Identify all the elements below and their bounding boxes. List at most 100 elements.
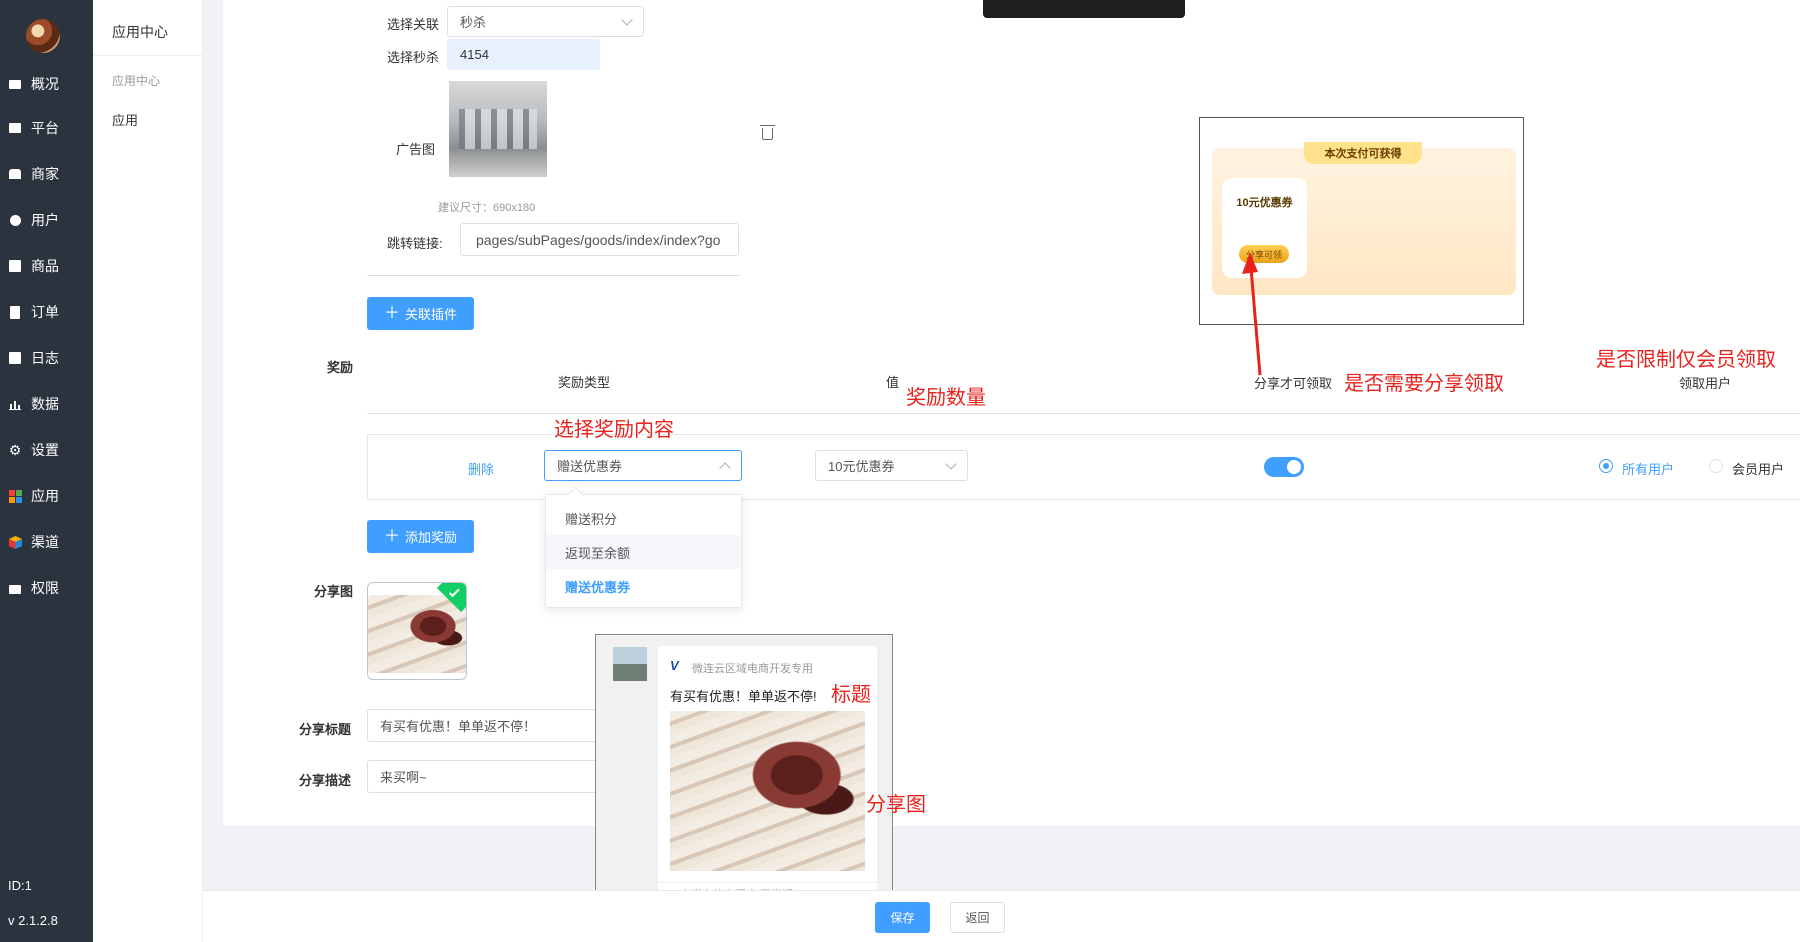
annotation-member-only: 是否限制仅会员领取 xyxy=(1596,349,1776,371)
sidebar-item-order[interactable]: 订单 xyxy=(0,297,93,327)
annotation-arrow xyxy=(1242,252,1262,376)
share-title-label: 分享标题 xyxy=(299,722,352,737)
sidebar-item-label: 日志 xyxy=(31,350,59,366)
reward-type-select[interactable]: 赠送优惠券 xyxy=(544,450,742,481)
sidebar-item-log[interactable]: 日志 xyxy=(0,343,93,373)
ad-image-thumbnail[interactable] xyxy=(449,81,547,177)
gear-icon: ⚙ xyxy=(8,441,22,458)
link-input[interactable]: pages/subPages/goods/index/index?go xyxy=(460,223,739,256)
version-label: v 2.1.2.8 xyxy=(8,913,58,928)
share-photo xyxy=(368,595,466,673)
sidebar-item-label: 商家 xyxy=(31,166,59,182)
radio-all-users[interactable] xyxy=(1599,459,1613,473)
plus-icon: ＋ xyxy=(383,304,400,322)
plus-icon: ＋ xyxy=(383,527,400,545)
sidebar-item-settings[interactable]: ⚙ 设置 xyxy=(0,435,93,465)
dropdown-option-selected[interactable]: 赠送优惠券 xyxy=(546,569,741,603)
reward-banner: 本次支付可获得 xyxy=(1304,142,1422,164)
user-id: ID:1 xyxy=(8,878,32,893)
sidebar-item-label: 商品 xyxy=(31,258,59,274)
sidebar-item-permission[interactable]: 权限 xyxy=(0,573,93,603)
avatar xyxy=(613,647,647,681)
monitor-icon xyxy=(8,121,22,135)
relate-select[interactable]: 秒杀 xyxy=(447,6,644,37)
divider xyxy=(367,275,740,276)
delete-icon[interactable] xyxy=(760,125,775,140)
add-plugin-button[interactable]: ＋ 关联插件 xyxy=(367,297,474,330)
column-value: 值 xyxy=(886,375,900,390)
reward-value-select[interactable]: 10元优惠券 xyxy=(815,450,968,481)
share-desc-input[interactable]: 来买啊~ xyxy=(367,760,607,793)
sidebar-item-goods[interactable]: 商品 xyxy=(0,251,93,281)
sidebar-item-overview[interactable]: 概况 xyxy=(0,69,93,99)
sidebar-item-platform[interactable]: 平台 xyxy=(0,113,93,143)
submenu-item-apps[interactable]: 应用 xyxy=(112,110,138,129)
sidebar-item-label: 概况 xyxy=(31,76,59,92)
store-icon xyxy=(8,167,22,181)
share-image-thumbnail[interactable] xyxy=(367,582,467,680)
chevron-up-icon xyxy=(719,462,731,474)
ad-image-label: 广告图 xyxy=(396,142,436,157)
sidebar-item-label: 数据 xyxy=(31,396,59,412)
share-title-input[interactable]: 有买有优惠！单单返不停！ xyxy=(367,709,607,742)
delete-reward-link[interactable]: 删除 xyxy=(468,459,494,478)
reward-label: 奖励 xyxy=(327,360,354,375)
column-receive-user: 领取用户 xyxy=(1679,376,1732,391)
check-icon xyxy=(448,586,460,598)
add-plugin-label: 关联插件 xyxy=(405,307,458,322)
link-label: 跳转链接: xyxy=(387,236,443,251)
share-card-image xyxy=(670,711,865,871)
sidebar-item-label: 平台 xyxy=(31,120,59,136)
dropdown-option[interactable]: 赠送积分 xyxy=(546,501,741,535)
sidebar-item-apps[interactable]: 应用 xyxy=(0,481,93,511)
sidebar-item-label: 设置 xyxy=(31,442,59,458)
annotation-title: 标题 xyxy=(831,684,871,706)
share-required-toggle[interactable] xyxy=(1264,457,1304,477)
column-reward-type: 奖励类型 xyxy=(558,375,611,390)
main-sidebar: 概况 平台 商家 用户 商品 订单 日志 数据 ⚙ 设置 应用 渠道 权限 ID… xyxy=(0,0,93,942)
add-reward-button[interactable]: ＋ 添加奖励 xyxy=(367,520,474,553)
app-logo-icon: V xyxy=(670,658,679,673)
relate-select-value: 秒杀 xyxy=(460,15,487,30)
submenu-header: 应用中心 xyxy=(112,24,168,40)
sidebar-item-label: 渠道 xyxy=(31,534,59,550)
share-image-label: 分享图 xyxy=(314,584,354,599)
sidebar-item-user[interactable]: 用户 xyxy=(0,205,93,235)
sidebar-item-label: 应用 xyxy=(31,488,59,504)
divider xyxy=(93,55,203,56)
log-icon xyxy=(8,351,22,365)
save-button[interactable]: 保存 xyxy=(875,902,930,933)
back-button[interactable]: 返回 xyxy=(950,902,1005,933)
radio-member-users[interactable] xyxy=(1709,459,1723,473)
share-card-title: 有买有优惠！单单返不停! xyxy=(670,689,817,704)
sidebar-item-label: 权限 xyxy=(31,580,59,596)
annotation-reward-amount: 奖励数量 xyxy=(906,387,986,409)
sidebar-item-channel[interactable]: 渠道 xyxy=(0,527,93,557)
chevron-down-icon xyxy=(945,458,957,470)
reward-type-value: 赠送优惠券 xyxy=(557,459,623,474)
reward-type-dropdown: 赠送积分 返现至余额 赠送优惠券 xyxy=(545,494,742,608)
radio-all-users-label[interactable]: 所有用户 xyxy=(1622,459,1674,478)
dropdown-option[interactable]: 返现至余额 xyxy=(546,535,741,569)
user-icon xyxy=(8,213,22,227)
mini-program-name: 微连云区域电商开发专用 xyxy=(692,663,813,675)
sidebar-item-data[interactable]: 数据 xyxy=(0,389,93,419)
sidebar-item-label: 订单 xyxy=(31,304,59,320)
submenu-group-title: 应用中心 xyxy=(112,74,161,88)
seckill-input[interactable]: 4154 xyxy=(447,39,600,70)
seckill-label: 选择秒杀 xyxy=(387,50,440,65)
sidebar-item-merchant[interactable]: 商家 xyxy=(0,159,93,189)
app-logo[interactable] xyxy=(26,19,60,53)
share-desc-label: 分享描述 xyxy=(299,773,352,788)
lock-icon xyxy=(8,581,22,595)
coupon-text: 10元优惠券 xyxy=(1236,197,1293,209)
radio-member-users-label[interactable]: 会员用户 xyxy=(1732,459,1784,478)
floating-toolbar xyxy=(983,0,1185,18)
annotation-share-image: 分享图 xyxy=(866,794,926,816)
order-icon xyxy=(8,305,22,319)
goods-icon xyxy=(8,259,22,273)
ad-size-hint: 建议尺寸：690x180 xyxy=(438,202,536,214)
cube-icon xyxy=(8,535,22,549)
chevron-down-icon xyxy=(621,14,633,26)
relate-label: 选择关联 xyxy=(387,17,440,32)
